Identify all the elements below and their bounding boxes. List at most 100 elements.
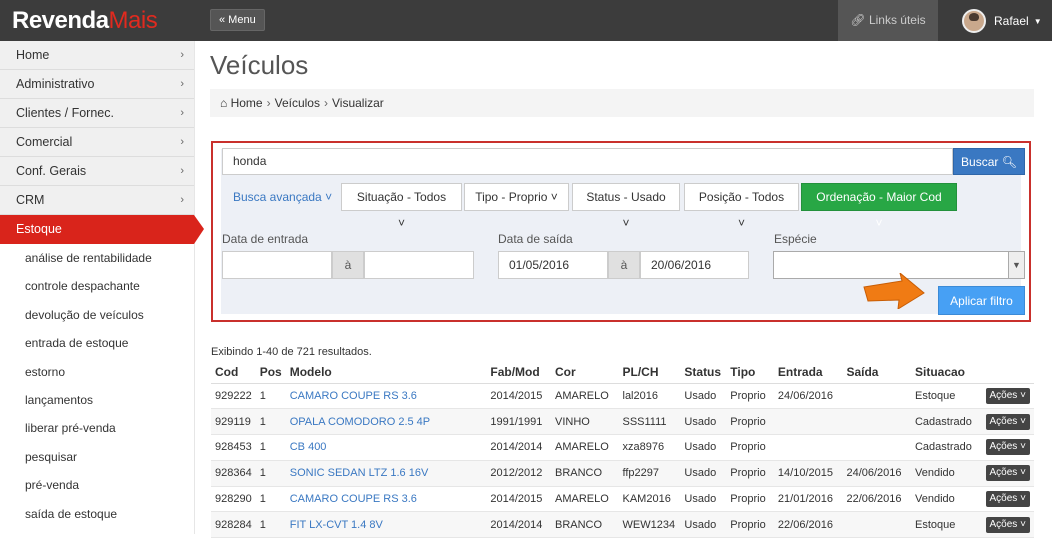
col-fabmod[interactable]: Fab/Mod — [486, 361, 551, 384]
cell-modelo[interactable]: CB 400 — [285, 434, 487, 461]
sidebar-item-label: Conf. Gerais — [16, 164, 87, 178]
sidebar-subitem-devolucao[interactable]: devolução de veículos — [0, 301, 194, 329]
cell-modelo[interactable]: OPALA COMODORO 2.5 4P — [285, 408, 487, 436]
cell-modelo[interactable]: SONIC SEDAN LTZ 1.6 16V — [285, 460, 487, 487]
actions-label: Ações — [989, 389, 1018, 401]
table-row: 929222 1 CAMARO COUPE RS 3.6 2014/2015 AMARE… — [211, 383, 1034, 410]
actions-dropdown-button[interactable]: Ações ˅ — [985, 439, 1030, 456]
advanced-search-toggle[interactable]: Busca avançada ˅ — [233, 190, 332, 204]
situacao-dropdown[interactable]: Situação - Todos ˅ — [341, 183, 462, 230]
cell-actions: Ações ˅ — [981, 408, 1034, 436]
search-button[interactable]: Buscar 🔍︎ — [953, 148, 1025, 175]
cell-entrada: 14/10/2015 — [773, 460, 843, 487]
col-modelo[interactable]: Modelo — [285, 361, 487, 384]
col-entrada[interactable]: Entrada — [773, 361, 843, 384]
col-cod[interactable]: Cod — [211, 361, 256, 384]
cell-status: Usado — [680, 408, 727, 436]
cell-saida — [842, 434, 911, 461]
cell-actions: Ações ˅ — [981, 460, 1034, 487]
col-pos[interactable]: Pos — [255, 361, 286, 384]
sidebar-subitem-saida-estoque[interactable]: saída de estoque — [0, 500, 194, 528]
col-plch[interactable]: PL/CH — [618, 361, 681, 384]
sidebar-item-estoque[interactable]: Estoque — [0, 215, 204, 244]
actions-dropdown-button[interactable]: Ações ˅ — [985, 465, 1030, 482]
cell-situacao: Estoque — [910, 383, 982, 410]
sidebar-item-administrativo[interactable]: Administrativo › — [0, 70, 194, 99]
sidebar-subitem-analise[interactable]: análise de rentabilidade — [0, 244, 194, 272]
breadcrumb-home[interactable]: Home — [231, 96, 263, 110]
col-tipo[interactable]: Tipo — [726, 361, 774, 384]
dropdown-label: Ordenação - Maior Cod — [816, 190, 942, 204]
user-menu[interactable]: Rafael ▼ — [962, 8, 1042, 34]
results-count: Exibindo 1-40 de 721 resultados. — [211, 346, 372, 358]
table-row: 928290 1 CAMARO COUPE RS 3.6 2014/2015 AMARE… — [211, 486, 1034, 513]
cell-modelo[interactable]: CAMARO COUPE RS 3.6 — [285, 486, 487, 513]
breadcrumb-veiculos[interactable]: Veículos — [275, 96, 320, 110]
app-logo[interactable]: RevendaMais — [12, 7, 158, 35]
cell-entrada: 21/01/2016 — [773, 486, 843, 513]
cell-tipo: Proprio — [726, 486, 774, 513]
status-dropdown[interactable]: Status - Usado ˅ — [572, 183, 680, 230]
col-cor[interactable]: Cor — [550, 361, 619, 384]
actions-dropdown-button[interactable]: Ações ˅ — [985, 516, 1030, 533]
cell-cod: 928453 — [211, 434, 256, 461]
table-row: 928364 1 SONIC SEDAN LTZ 1.6 16V 2012/2012 B… — [211, 460, 1034, 487]
cell-actions: Ações ˅ — [981, 383, 1034, 410]
tipo-dropdown[interactable]: Tipo - Proprio ˅ — [464, 183, 569, 211]
breadcrumb-visualizar: Visualizar — [331, 96, 384, 110]
links-uteis-button[interactable]: 🔗︎ Links úteis — [838, 0, 938, 41]
sidebar-item-crm[interactable]: CRM › — [0, 186, 194, 215]
entrada-from-input[interactable] — [222, 251, 332, 279]
col-status[interactable]: Status — [680, 361, 727, 384]
sidebar-item-clientes[interactable]: Clientes / Fornec. › — [0, 99, 194, 128]
actions-dropdown-button[interactable]: Ações ˅ — [985, 387, 1030, 404]
links-uteis-label: Links úteis — [868, 13, 926, 27]
sidebar-subitem-lancamentos[interactable]: lançamentos — [0, 386, 194, 414]
cell-pos: 1 — [255, 486, 286, 513]
actions-dropdown-button[interactable]: Ações ˅ — [985, 413, 1030, 430]
entrada-to-input[interactable] — [364, 251, 474, 279]
cell-status: Usado — [680, 486, 727, 513]
sidebar-subitem-estorno[interactable]: estorno — [0, 358, 194, 386]
sidebar-item-comercial[interactable]: Comercial › — [0, 128, 194, 157]
dropdown-label: Tipo - Proprio — [475, 190, 548, 204]
sidebar-item-label: Comercial — [16, 135, 73, 149]
sidebar-subitem-liberar-pre-venda[interactable]: liberar pré-venda — [0, 414, 194, 442]
vehicles-table: Cod Pos Modelo Fab/Mod Cor PL/CH Status … — [211, 361, 1034, 538]
ordenacao-dropdown[interactable]: Ordenação - Maior Cod ˅ — [801, 183, 957, 230]
chevron-right-icon: › — [180, 107, 184, 119]
sidebar-subitem-pesquisar[interactable]: pesquisar — [0, 443, 194, 471]
cell-pos: 1 — [255, 460, 286, 487]
cell-modelo[interactable]: CAMARO COUPE RS 3.6 — [285, 383, 487, 410]
posicao-dropdown[interactable]: Posição - Todos ˅ — [684, 183, 799, 230]
search-input[interactable]: honda — [222, 148, 953, 175]
cell-status: Usado — [680, 383, 727, 410]
cell-cod: 928364 — [211, 460, 256, 487]
cell-entrada — [773, 434, 843, 461]
chevron-right-icon: › — [180, 165, 184, 177]
page-title: Veículos — [210, 50, 309, 80]
apply-filter-button[interactable]: Aplicar filtro — [938, 286, 1025, 315]
sidebar-subitem-pre-venda[interactable]: pré-venda — [0, 471, 194, 499]
sidebar-subitem-entrada-estoque[interactable]: entrada de estoque — [0, 329, 194, 357]
chevron-down-icon: ˅ — [325, 190, 333, 204]
saida-from-input[interactable]: 01/05/2016 — [498, 251, 608, 279]
saida-to-input[interactable]: 20/06/2016 — [640, 251, 749, 279]
chevron-right-icon: › — [180, 49, 184, 61]
cell-tipo: Proprio — [726, 460, 774, 487]
col-saida[interactable]: Saída — [842, 361, 911, 384]
sidebar-item-conf-gerais[interactable]: Conf. Gerais › — [0, 157, 194, 186]
chevron-down-icon: ˅ — [737, 216, 745, 230]
cell-saida: 24/06/2016 — [842, 460, 911, 487]
sidebar-item-home[interactable]: Home › — [0, 41, 194, 70]
cell-situacao: Vendido — [910, 486, 982, 513]
cell-plch: KAM2016 — [618, 486, 681, 513]
logo-text-revenda: Revenda — [12, 7, 109, 34]
sidebar-subitem-controle-despachante[interactable]: controle despachante — [0, 272, 194, 300]
menu-toggle-button[interactable]: « Menu — [210, 9, 265, 31]
saida-range-separator: à — [608, 251, 640, 279]
cell-fabmod: 2014/2015 — [486, 486, 551, 513]
col-situacao[interactable]: Situacao — [910, 361, 982, 384]
actions-dropdown-button[interactable]: Ações ˅ — [985, 491, 1030, 508]
home-icon: ⌂ — [220, 96, 228, 110]
